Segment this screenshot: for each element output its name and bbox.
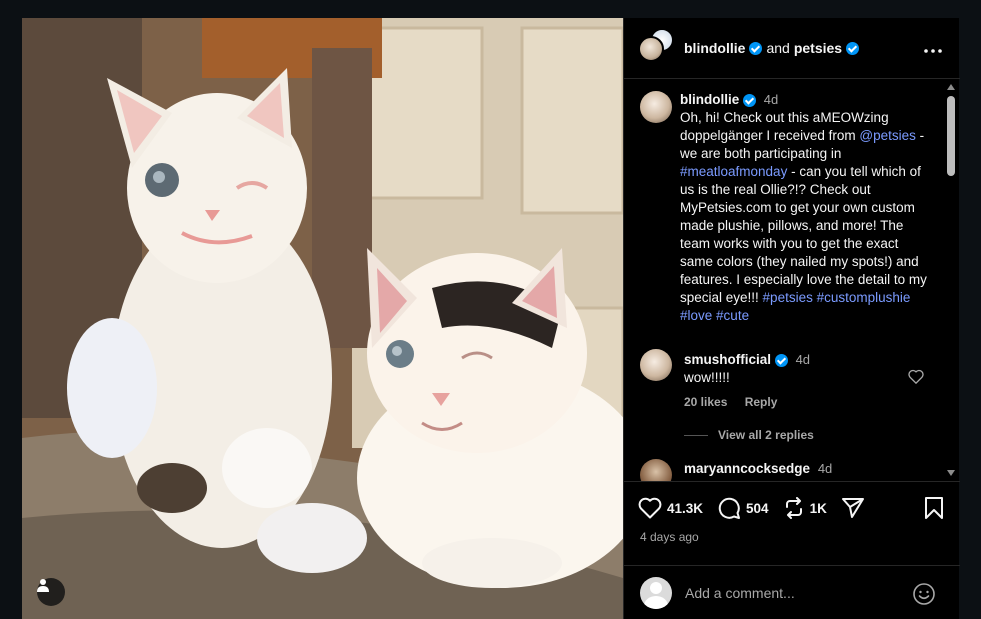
collaborator-username[interactable]: petsies xyxy=(794,40,842,56)
replies-divider xyxy=(684,434,708,436)
caption-text: Oh, hi! Check out this aMEOWzing doppelg… xyxy=(680,110,927,323)
comment-username[interactable]: smushofficial xyxy=(684,352,771,367)
scroll-up-arrow[interactable] xyxy=(947,84,955,90)
more-options-button[interactable] xyxy=(924,40,942,54)
verified-icon xyxy=(846,41,860,55)
comment-like-button[interactable] xyxy=(908,369,924,389)
scroll-thumb[interactable] xyxy=(947,96,955,176)
comment-button[interactable]: 504 xyxy=(717,496,769,520)
like-button[interactable]: 41.3K xyxy=(638,497,703,519)
comment-avatar[interactable] xyxy=(640,459,672,481)
comment-username[interactable]: maryanncocksedge xyxy=(684,461,810,476)
comments-scrollbar[interactable] xyxy=(945,80,957,480)
current-user-avatar xyxy=(640,576,672,609)
comment-meta: 20 likes Reply xyxy=(684,395,791,409)
bookmark-icon xyxy=(925,497,943,519)
comment-time: 4d xyxy=(817,461,833,476)
share-icon xyxy=(841,498,864,518)
add-comment-bar xyxy=(624,565,960,619)
collab-avatars[interactable] xyxy=(638,28,674,66)
scroll-down-arrow[interactable] xyxy=(947,470,955,476)
caption-link[interactable]: #customplushie xyxy=(817,290,911,305)
verified-icon xyxy=(743,93,757,107)
author-avatar[interactable] xyxy=(638,36,664,62)
comment-avatar[interactable] xyxy=(640,349,672,381)
post-photo[interactable] xyxy=(22,18,623,619)
cats-photo-illustration xyxy=(22,18,623,619)
caption-time: 4d xyxy=(763,92,779,107)
view-replies-label: View all 2 replies xyxy=(718,428,814,442)
caption-segment: - can you tell which of us is the real O… xyxy=(680,164,927,305)
user-tag-button[interactable] xyxy=(37,578,65,606)
emoji-icon xyxy=(913,583,935,605)
post-header: blindollie and petsies xyxy=(624,18,960,79)
caption-segment: Oh, hi! Check out this aMEOWzing doppelg… xyxy=(680,110,889,143)
action-row: 41.3K 504 1K xyxy=(638,496,879,520)
heart-icon xyxy=(908,369,924,385)
verified-icon xyxy=(749,41,763,55)
comment-count: 504 xyxy=(746,500,769,516)
posted-time: 4 days ago xyxy=(640,530,699,544)
comment-icon xyxy=(718,497,741,519)
header-connector: and xyxy=(766,40,790,56)
post-modal: blindollie and petsies blindollie 4d Oh,… xyxy=(0,0,981,619)
caption-link[interactable]: @petsies xyxy=(859,128,915,143)
comment-likes[interactable]: 20 likes xyxy=(684,395,727,409)
comment-input[interactable] xyxy=(685,584,905,601)
comments-section[interactable]: blindollie 4d Oh, hi! Check out this aME… xyxy=(624,79,960,481)
comment-reply-button[interactable]: Reply xyxy=(745,395,778,409)
user-tag-icon xyxy=(37,579,49,592)
author-username[interactable]: blindollie xyxy=(684,40,745,56)
post-side-panel: blindollie and petsies blindollie 4d Oh,… xyxy=(623,18,960,619)
caption-username[interactable]: blindollie xyxy=(680,92,739,107)
more-icon xyxy=(924,49,942,53)
header-names: blindollie and petsies xyxy=(684,40,860,56)
view-replies-button[interactable]: View all 2 replies xyxy=(684,428,814,442)
caption-link[interactable]: #petsies xyxy=(763,290,813,305)
repost-icon xyxy=(785,497,802,519)
like-count: 41.3K xyxy=(667,500,704,516)
caption-link[interactable]: #love xyxy=(680,308,712,323)
caption-avatar[interactable] xyxy=(640,91,672,123)
comment-body: maryanncocksedge 4d xyxy=(684,461,832,476)
repost-count: 1K xyxy=(809,500,827,516)
comment-body: smushofficial 4d wow!!!!! xyxy=(684,351,914,387)
verified-icon xyxy=(774,353,788,367)
caption-body: blindollie 4d Oh, hi! Check out this aME… xyxy=(680,91,932,325)
share-button[interactable] xyxy=(841,497,865,519)
comment-time: 4d xyxy=(795,352,811,367)
comment-text: wow!!!!! xyxy=(684,370,730,385)
post-actions: 41.3K 504 1K 4 days ago xyxy=(624,481,960,571)
caption-link[interactable]: #meatloafmonday xyxy=(680,164,787,179)
emoji-button[interactable] xyxy=(912,582,936,611)
save-button[interactable] xyxy=(924,497,944,524)
caption-link[interactable]: #cute xyxy=(716,308,749,323)
heart-icon xyxy=(638,497,662,519)
repost-button[interactable]: 1K xyxy=(783,497,827,519)
